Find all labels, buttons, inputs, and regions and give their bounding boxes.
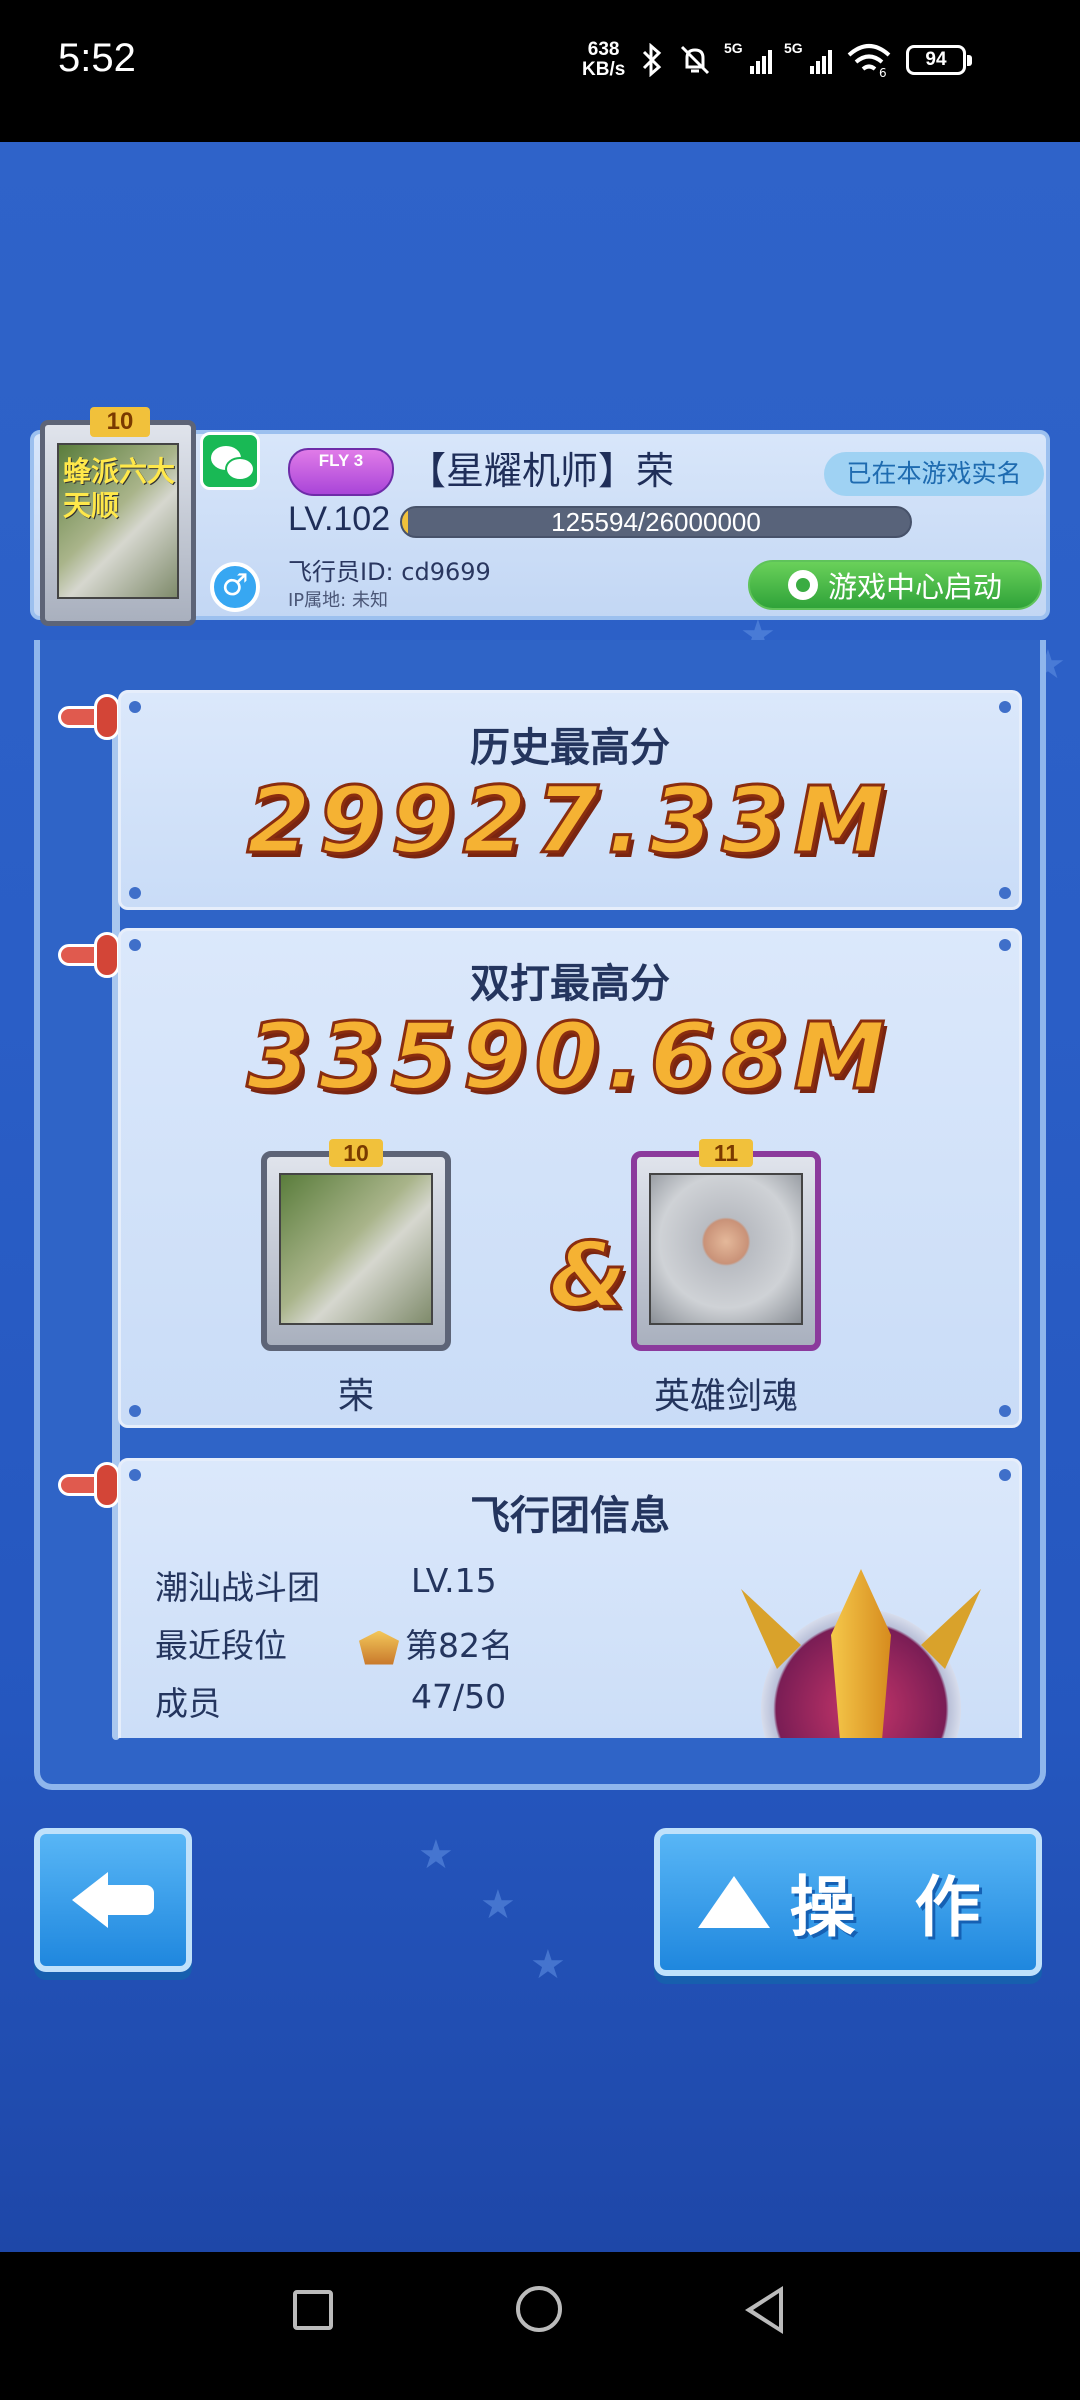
operate-label: 操 作: [789, 1869, 999, 1946]
corner-dot: [129, 1469, 141, 1481]
real-name-verified-tag: 已在本游戏实名: [824, 452, 1044, 496]
home-button[interactable]: [516, 2286, 562, 2332]
male-gender-icon: ♂: [210, 562, 260, 612]
avatar-image: 蜂派六大天顺: [57, 443, 179, 599]
corner-dot: [999, 1405, 1011, 1417]
team-level-value: LV.15: [411, 1561, 497, 1600]
corner-dot: [129, 701, 141, 713]
corner-dot: [129, 887, 141, 899]
signal-2-label: 5G: [784, 40, 803, 56]
signal-1-icon: 5G: [724, 40, 772, 74]
star-decor-icon: ★: [418, 1832, 454, 1878]
star-decor-icon: ★: [480, 1882, 516, 1928]
recent-rank-label: 最近段位: [155, 1626, 287, 1665]
operate-button[interactable]: 操 作: [654, 1828, 1042, 1976]
stats-scroll-area[interactable]: 历史最高分 29927.33M 双打最高分 33590.68M 10 & 11 …: [118, 690, 1028, 1738]
back-arrow-icon: [72, 1872, 154, 1928]
team-info-card: 飞行团信息 潮汕战斗团 LV.15 最近段位 第82名 成员 47/50: [118, 1458, 1022, 1738]
recent-rank-value: 第82名: [359, 1619, 513, 1667]
battery-icon: 94: [906, 45, 972, 75]
corner-dot: [129, 1405, 141, 1417]
partner-2-avatar[interactable]: 11: [631, 1139, 821, 1351]
corner-dot: [999, 887, 1011, 899]
recent-rank-text: 第82名: [405, 1626, 513, 1665]
duo-high-score-card: 双打最高分 33590.68M 10 & 11 荣 英雄剑魂: [118, 928, 1022, 1428]
corner-dot: [129, 939, 141, 951]
partner-1-avatar[interactable]: 10: [261, 1139, 451, 1351]
pilot-id: 飞行员ID: cd9699: [288, 558, 491, 586]
star-decor-icon: ★: [530, 1942, 566, 1988]
ampersand: &: [548, 1222, 629, 1330]
duo-score-title: 双打最高分: [470, 961, 670, 1007]
status-bar: 5:52 638 KB/s 5G 5G 6 94: [0, 0, 1080, 142]
partner-1-image: [279, 1173, 433, 1325]
back-nav-button[interactable]: [745, 2286, 783, 2334]
net-speed: 638 KB/s: [582, 40, 625, 80]
members-label: 成员: [155, 1684, 221, 1723]
partner-2-image: [649, 1173, 803, 1325]
partner-2-name: 英雄剑魂: [653, 1376, 798, 1417]
corner-dot: [999, 701, 1011, 713]
status-time: 5:52: [58, 36, 136, 80]
partner-1-level: 10: [329, 1139, 383, 1167]
exp-progress-bar: 125594/26000000: [400, 506, 912, 538]
status-icons: 5G 5G 6 94: [640, 38, 972, 82]
partner-1-name: 荣: [337, 1376, 374, 1417]
history-score-title: 历史最高分: [470, 725, 670, 771]
game-center-launch-button[interactable]: 游戏中心启动: [748, 560, 1042, 610]
game-center-label: 游戏中心启动: [827, 570, 1002, 604]
corner-dot: [999, 1469, 1011, 1481]
partner-2-level: 11: [699, 1139, 753, 1167]
members-value: 47/50: [411, 1677, 507, 1716]
bluetooth-icon: [642, 43, 662, 77]
signal-1-label: 5G: [724, 40, 743, 56]
wechat-icon: [200, 432, 260, 490]
history-score-value: 29927.33M: [245, 766, 894, 876]
avatar-level-badge: 10: [90, 407, 150, 437]
corner-dot: [999, 939, 1011, 951]
recents-button[interactable]: [293, 2290, 333, 2330]
team-emblem-icon: [741, 1569, 981, 1738]
net-speed-value: 638: [587, 39, 620, 60]
team-info-title: 飞行团信息: [470, 1493, 670, 1539]
ip-location: IP属地: 未知: [288, 590, 388, 611]
back-button[interactable]: [34, 1828, 192, 1972]
team-name-label: 潮汕战斗团: [155, 1568, 320, 1607]
fly-rank-badge: FLY 3: [288, 448, 394, 496]
player-avatar[interactable]: 10 蜂派六大天顺: [40, 407, 196, 626]
exp-progress-text: 125594/26000000: [551, 507, 761, 537]
wifi-icon: 6: [847, 44, 891, 77]
game-center-icon: [787, 570, 818, 600]
history-high-score-card: 历史最高分 29927.33M: [118, 690, 1022, 910]
rank-badge-icon: [359, 1630, 399, 1665]
player-name: 【星耀机师】荣: [408, 449, 675, 493]
net-speed-unit: KB/s: [582, 59, 626, 80]
duo-score-value: 33590.68M: [245, 1002, 894, 1112]
avatar-caption: 蜂派六大天顺: [63, 455, 176, 522]
mute-bell-icon: [680, 45, 710, 75]
player-level: LV.102: [288, 500, 391, 538]
svg-text:6: 6: [879, 66, 887, 77]
triangle-up-icon: [697, 1876, 770, 1928]
signal-2-icon: 5G: [784, 40, 832, 74]
